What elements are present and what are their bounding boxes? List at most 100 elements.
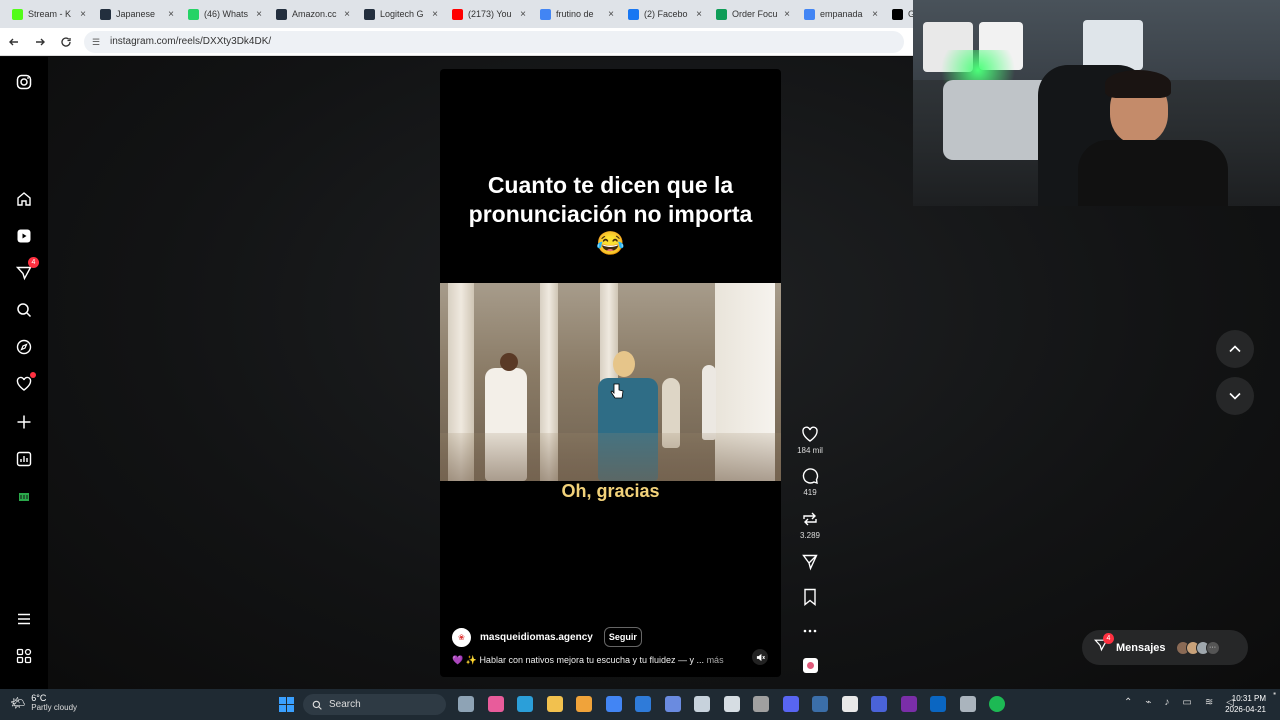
back-button[interactable] bbox=[2, 30, 26, 54]
sheet-icon bbox=[716, 8, 727, 20]
vscode-icon[interactable] bbox=[664, 696, 681, 712]
close-tab-icon[interactable]: × bbox=[696, 9, 702, 20]
clock[interactable]: 10:31 PM 2026-04-21 bbox=[1225, 693, 1266, 715]
folder-icon[interactable] bbox=[546, 696, 563, 712]
outlook-icon[interactable] bbox=[576, 696, 592, 712]
windows-start-icon[interactable] bbox=[279, 697, 294, 712]
spotify-icon[interactable] bbox=[989, 696, 1005, 712]
file-explorer-icon[interactable] bbox=[458, 696, 474, 712]
clock-date: 2026-04-21 bbox=[1225, 705, 1266, 714]
browser-tab[interactable]: Stream - K × bbox=[6, 2, 92, 26]
browser-tab[interactable]: Japanese × bbox=[94, 2, 180, 26]
browser-tab[interactable]: empanada × bbox=[798, 2, 884, 26]
audio-thumbnail[interactable] bbox=[796, 657, 824, 675]
home-icon[interactable] bbox=[14, 189, 34, 209]
site-info-icon[interactable]: ☰ bbox=[92, 37, 102, 47]
explore-icon[interactable] bbox=[14, 337, 34, 357]
ellipsis-icon bbox=[803, 629, 817, 633]
create-icon[interactable] bbox=[14, 412, 34, 432]
whatsapp-icon bbox=[188, 8, 199, 20]
tiktok-icon bbox=[892, 8, 903, 20]
close-tab-icon[interactable]: × bbox=[608, 9, 614, 20]
messages-nav-icon[interactable]: 4 bbox=[14, 257, 39, 283]
browser-tab[interactable]: (2173) You × bbox=[446, 2, 532, 26]
copilot-icon[interactable] bbox=[487, 696, 504, 712]
hand-cursor-icon bbox=[610, 383, 624, 399]
close-tab-icon[interactable]: × bbox=[432, 9, 438, 20]
browser-tab[interactable]: Order Focu × bbox=[710, 2, 796, 26]
forward-button[interactable] bbox=[28, 30, 52, 54]
close-tab-icon[interactable]: × bbox=[80, 9, 86, 20]
close-tab-icon[interactable]: × bbox=[784, 9, 790, 20]
taskbar-search[interactable]: Search bbox=[303, 694, 446, 715]
follow-button[interactable]: Seguir bbox=[603, 627, 642, 647]
messages-button[interactable]: 4 Mensajes ··· bbox=[1082, 630, 1248, 665]
edge-icon[interactable] bbox=[517, 696, 533, 712]
chrome-icon[interactable] bbox=[605, 696, 622, 712]
microphone-icon[interactable]: ♪ bbox=[1164, 697, 1169, 708]
profile-avatar-icon[interactable] bbox=[14, 487, 34, 507]
steam-icon[interactable] bbox=[812, 696, 828, 712]
menu-icon[interactable] bbox=[14, 609, 34, 629]
capcut-icon[interactable] bbox=[723, 696, 740, 712]
close-tab-icon[interactable]: × bbox=[168, 9, 174, 20]
repost-button[interactable]: 3.289 bbox=[796, 510, 824, 540]
browser-tab[interactable]: (2) Facebo × bbox=[622, 2, 708, 26]
reel-author: ❀ masqueidiomas.agency Seguir bbox=[452, 627, 642, 647]
linkedin-icon[interactable] bbox=[930, 696, 946, 712]
mute-toggle-icon[interactable] bbox=[752, 649, 768, 665]
notification-bell-icon[interactable]: ▪ bbox=[1273, 689, 1276, 698]
ea-icon[interactable] bbox=[871, 696, 887, 712]
discord-icon[interactable] bbox=[782, 696, 799, 712]
more-link[interactable]: más bbox=[707, 655, 724, 665]
reel-player[interactable]: Cuanto te dicen que la pronunciación no … bbox=[440, 69, 781, 677]
amazon-icon bbox=[276, 8, 287, 20]
dashboard-icon[interactable] bbox=[14, 449, 34, 469]
obs-icon[interactable] bbox=[959, 696, 976, 712]
comment-button[interactable]: 419 bbox=[796, 467, 824, 497]
close-tab-icon[interactable]: × bbox=[344, 9, 350, 20]
network-icon[interactable]: ⌁ bbox=[1145, 697, 1151, 708]
search-icon bbox=[312, 700, 322, 710]
previous-reel-button[interactable] bbox=[1216, 330, 1254, 368]
author-avatar[interactable]: ❀ bbox=[452, 627, 471, 647]
wifi-icon[interactable]: ≋ bbox=[1205, 697, 1213, 708]
search-icon[interactable] bbox=[14, 300, 34, 320]
store-icon[interactable] bbox=[635, 696, 651, 712]
reel-description[interactable]: 💜 ✨ Hablar con nativos mejora tu escucha… bbox=[452, 655, 752, 666]
share-button[interactable] bbox=[796, 553, 824, 571]
notepad-icon[interactable] bbox=[753, 696, 769, 712]
weather-widget[interactable]: 🌤 6°C Partly cloudy bbox=[10, 693, 77, 712]
next-icon[interactable] bbox=[900, 696, 917, 712]
browser-tab[interactable]: Logitech G × bbox=[358, 2, 444, 26]
display-icon[interactable]: ▭ bbox=[1182, 697, 1191, 708]
like-button[interactable]: 184 mil bbox=[796, 425, 824, 455]
reels-icon[interactable] bbox=[14, 226, 34, 246]
close-tab-icon[interactable]: × bbox=[520, 9, 526, 20]
amazon-icon bbox=[364, 8, 375, 20]
kick-icon bbox=[12, 8, 23, 20]
chevron-up-icon[interactable]: ⌃ bbox=[1124, 697, 1132, 708]
next-reel-button[interactable] bbox=[1216, 377, 1254, 415]
instagram-sidebar: 4 bbox=[0, 57, 48, 689]
browser-tab[interactable]: Amazon.cc × bbox=[270, 2, 356, 26]
close-tab-icon[interactable]: × bbox=[872, 9, 878, 20]
heart-notifications-icon[interactable] bbox=[14, 372, 36, 394]
more-options-button[interactable] bbox=[796, 622, 824, 640]
save-button[interactable] bbox=[796, 588, 824, 606]
browser-tab[interactable]: frutino de × bbox=[534, 2, 620, 26]
instagram-logo-icon[interactable] bbox=[14, 72, 34, 92]
messages-label: Mensajes bbox=[1116, 641, 1166, 654]
reel-video-frame[interactable] bbox=[440, 283, 781, 481]
reload-button[interactable] bbox=[54, 30, 78, 54]
also-from-meta-icon[interactable] bbox=[14, 646, 34, 666]
webcam-hair bbox=[1105, 70, 1171, 98]
editor-icon[interactable] bbox=[841, 696, 858, 712]
windows-taskbar: 🌤 6°C Partly cloudy Search ⌃ ⌁ ♪ ▭ ≋ ◁ 1… bbox=[0, 689, 1280, 720]
author-username[interactable]: masqueidiomas.agency bbox=[480, 632, 593, 643]
close-tab-icon[interactable]: × bbox=[256, 9, 262, 20]
apps-icon[interactable] bbox=[694, 696, 710, 712]
google-icon bbox=[540, 8, 551, 20]
browser-tab[interactable]: (46) Whats × bbox=[182, 2, 268, 26]
address-bar[interactable]: ☰ instagram.com/reels/DXXty3Dk4DK/ bbox=[84, 30, 904, 53]
